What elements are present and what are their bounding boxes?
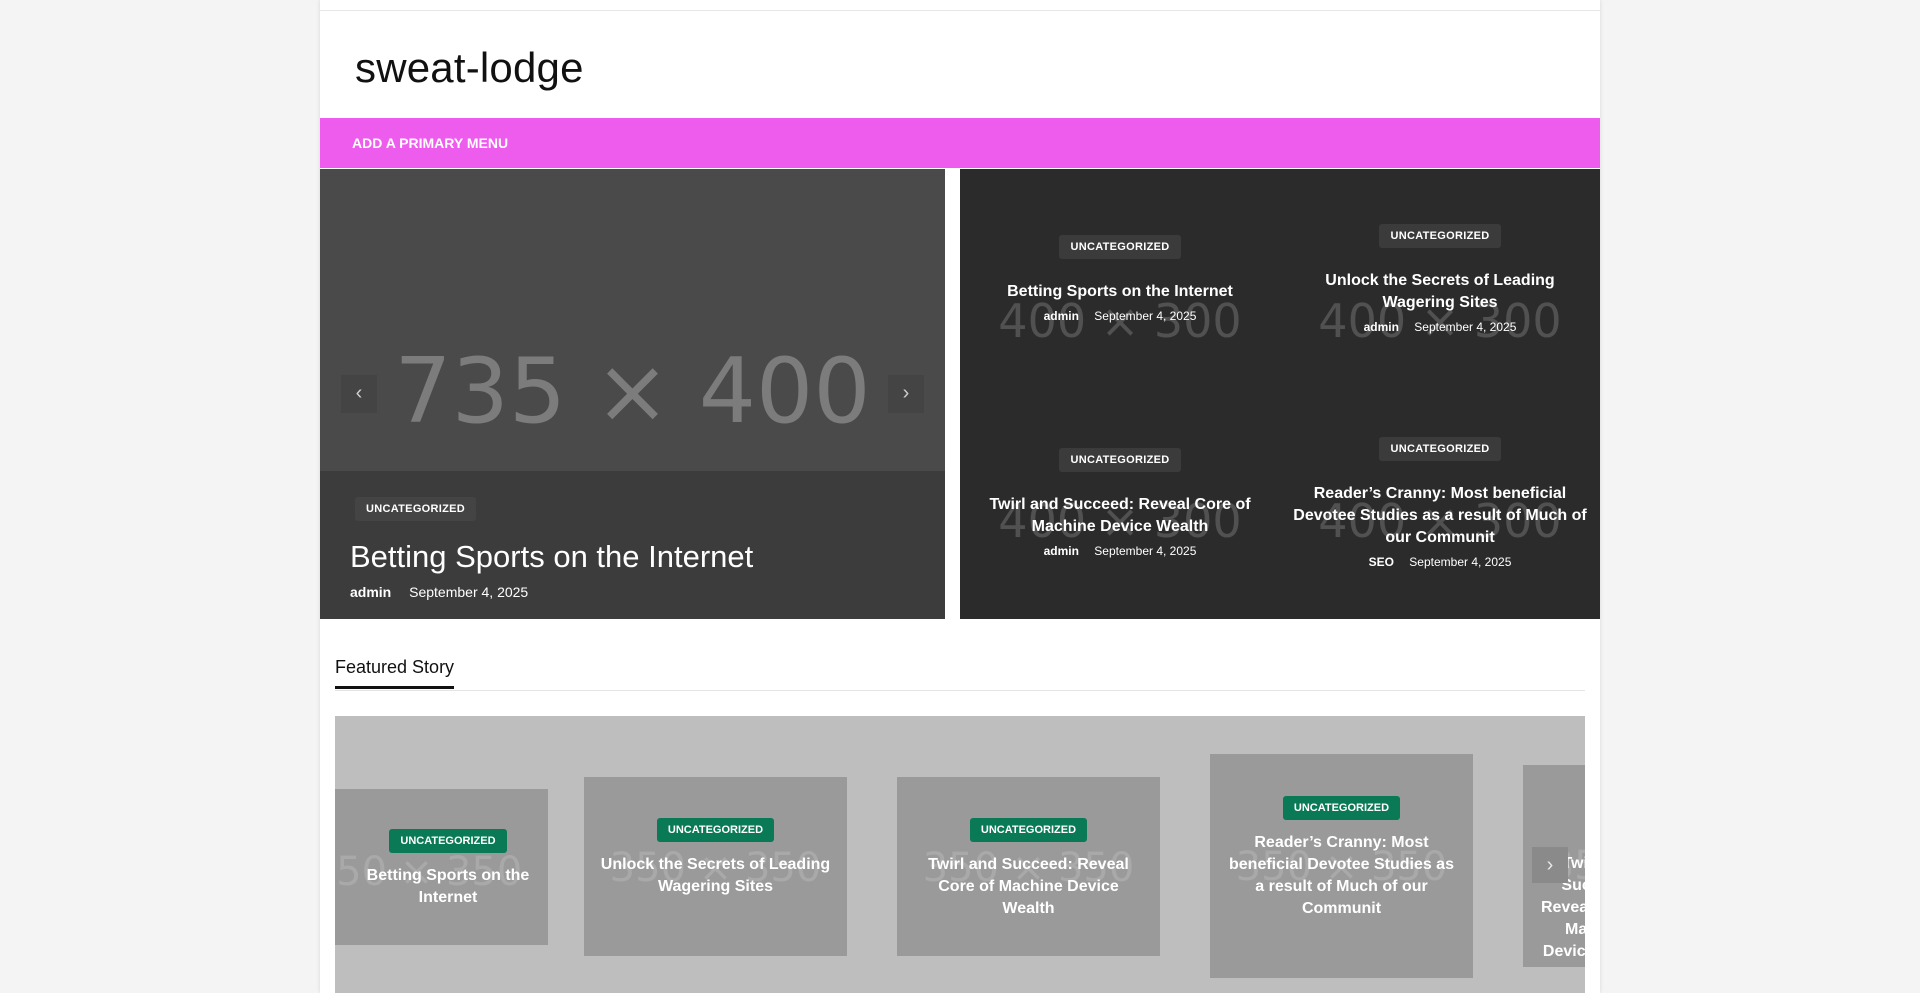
section-title: Featured Story [335,657,455,689]
carousel-next-button[interactable]: › [1532,847,1568,883]
grid-post-title[interactable]: Betting Sports on the Internet [970,281,1270,303]
post-grid: 400 × 300 UNCATEGORIZED Betting Sports o… [960,169,1600,619]
add-primary-menu-link[interactable]: ADD A PRIMARY MENU [352,135,508,151]
grid-post[interactable]: 400 × 300 UNCATEGORIZED Unlock the Secre… [1280,169,1600,394]
featured-card[interactable]: 350 × 350 UNCATEGORIZED Betting Sports o… [335,789,548,945]
category-badge[interactable]: UNCATEGORIZED [1059,448,1181,472]
featured-card-title[interactable]: Betting Sports on the Internet [348,865,548,909]
slider-next-button[interactable]: › [888,375,924,413]
post-date[interactable]: September 4, 2025 [1414,320,1516,334]
header-top-border [320,10,1600,11]
grid-post-title[interactable]: Reader’s Cranny: Most beneficial Devotee… [1290,483,1590,549]
category-badge[interactable]: UNCATEGORIZED [389,829,507,853]
featured-section-header: Featured Story [335,657,1585,691]
page: sweat-lodge ADD A PRIMARY MENU 735 × 400… [320,0,1600,993]
category-badge[interactable]: UNCATEGORIZED [1379,224,1501,248]
main-slider-image[interactable]: 735 × 400 [320,169,945,471]
post-meta: admin September 4, 2025 [350,584,528,600]
chevron-right-icon: › [1546,854,1554,876]
main-slider-caption: UNCATEGORIZED Betting Sports on the Inte… [320,471,945,619]
category-badge[interactable]: UNCATEGORIZED [1282,796,1401,820]
grid-post-title[interactable]: Twirl and Succeed: Reveal Core of Machin… [970,494,1270,538]
grid-post-title[interactable]: Unlock the Secrets of Leading Wagering S… [1290,270,1590,314]
featured-card-title[interactable]: Twirl and Succeed: Reveal Core of Machin… [911,854,1146,920]
featured-card-title[interactable]: Unlock the Secrets of Leading Wagering S… [598,854,833,898]
post-date[interactable]: September 4, 2025 [1409,555,1511,569]
post-meta: admin September 4, 2025 [970,544,1270,558]
slider-prev-button[interactable]: ‹ [341,375,377,413]
grid-post[interactable]: 400 × 300 UNCATEGORIZED Betting Sports o… [960,169,1280,394]
site-title[interactable]: sweat-lodge [355,44,584,92]
category-badge[interactable]: UNCATEGORIZED [656,818,775,842]
chevron-right-icon: › [902,382,910,404]
featured-carousel[interactable]: 350 × 350 UNCATEGORIZED Betting Sports o… [335,716,1585,993]
image-placeholder-label: 735 × 400 [394,339,871,444]
primary-menu-bar: ADD A PRIMARY MENU [320,118,1600,168]
chevron-left-icon: ‹ [355,382,363,404]
post-author[interactable]: admin [350,584,391,600]
featured-card[interactable]: 350 × 350 UNCATEGORIZED Unlock the Secre… [584,777,847,956]
featured-card[interactable]: 350 × 350 UNCATEGORIZED Reader’s Cranny:… [1210,754,1473,978]
post-author[interactable]: SEO [1369,555,1394,569]
featured-card[interactable]: 350 × 350 UNCATEGORIZED Twirl and Succee… [897,777,1160,956]
post-meta: SEO September 4, 2025 [1290,555,1590,569]
featured-card-title[interactable]: Reader’s Cranny: Most beneficial Devotee… [1224,832,1459,920]
grid-post[interactable]: 400 × 300 UNCATEGORIZED Reader’s Cranny:… [1280,394,1600,619]
category-badge[interactable]: UNCATEGORIZED [355,497,477,521]
category-badge[interactable]: UNCATEGORIZED [1379,437,1501,461]
category-badge[interactable]: UNCATEGORIZED [969,818,1088,842]
post-author[interactable]: admin [1044,544,1079,558]
post-author[interactable]: admin [1044,309,1079,323]
main-post-title[interactable]: Betting Sports on the Internet [350,539,753,575]
grid-post[interactable]: 400 × 300 UNCATEGORIZED Twirl and Succee… [960,394,1280,619]
post-meta: admin September 4, 2025 [1290,320,1590,334]
post-date[interactable]: September 4, 2025 [1094,309,1196,323]
post-author[interactable]: admin [1364,320,1399,334]
main-slider[interactable]: 735 × 400 ‹ › UNCATEGORIZED Betting Spor… [320,169,945,619]
post-meta: admin September 4, 2025 [970,309,1270,323]
post-date[interactable]: September 4, 2025 [1094,544,1196,558]
post-date[interactable]: September 4, 2025 [409,584,528,600]
category-badge[interactable]: UNCATEGORIZED [1059,235,1181,259]
